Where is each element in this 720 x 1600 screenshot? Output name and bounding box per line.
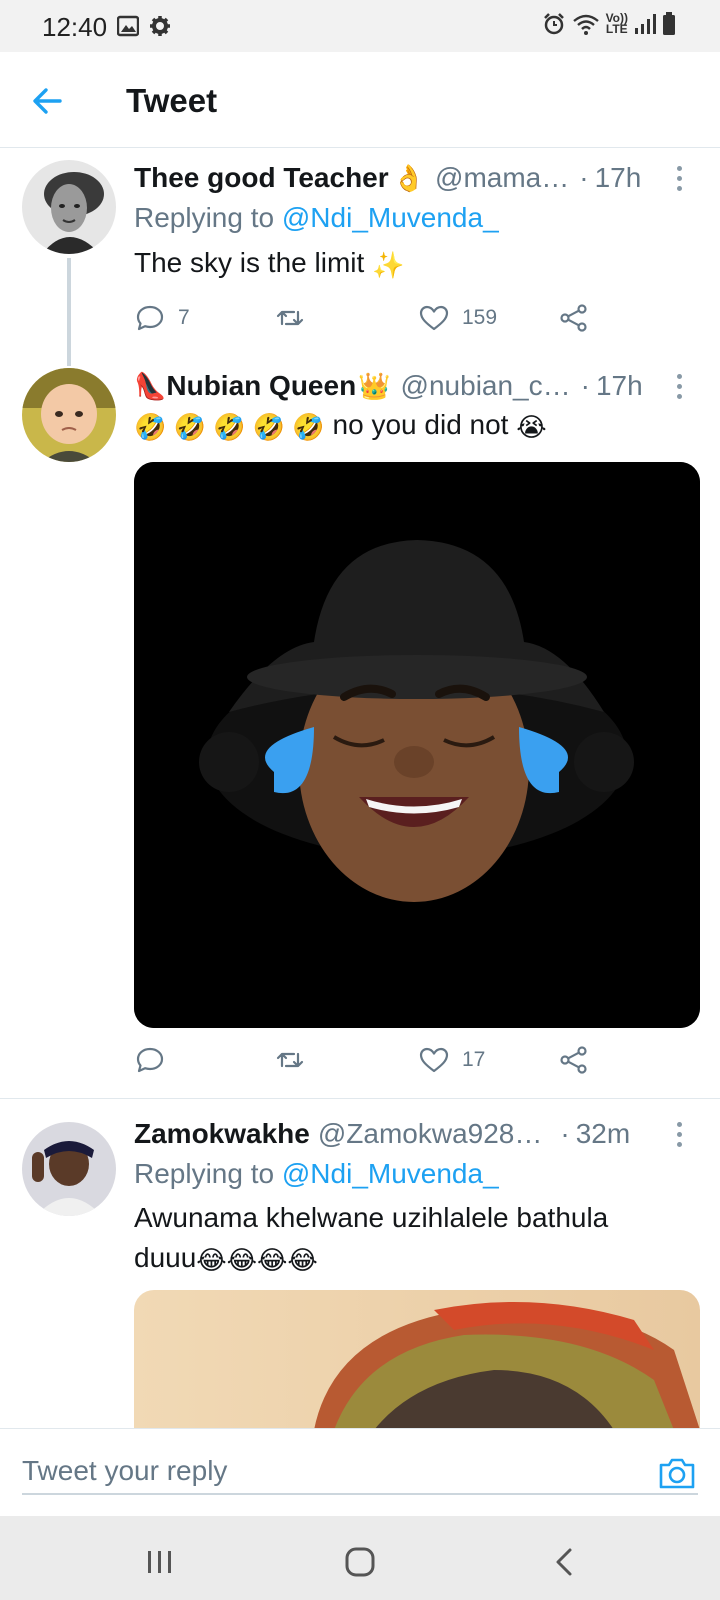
- camera-icon[interactable]: [658, 1455, 696, 1491]
- tweet-text-content: no you did not: [332, 409, 509, 440]
- separator-dot: ·: [560, 1118, 570, 1149]
- like-count: 159: [462, 306, 498, 329]
- lte-label: LTE: [605, 22, 628, 36]
- wifi-icon: [572, 14, 599, 35]
- tweet-header: Thee good Teacher 👌 @mama… · 17h: [134, 162, 641, 194]
- status-bar: 12:40 Vo)) LTE: [0, 0, 720, 52]
- like-button[interactable]: 159: [418, 302, 497, 334]
- reply-button[interactable]: [134, 1044, 178, 1076]
- more-options-icon[interactable]: [676, 166, 684, 196]
- tweet-text: The sky is the limit ✨: [134, 243, 694, 283]
- tweet-text-content: duuu: [134, 1242, 197, 1273]
- display-name[interactable]: Thee good Teacher: [134, 162, 389, 194]
- gear-icon: [150, 16, 170, 36]
- network-type-indicator: Vo)) LTE: [605, 12, 628, 36]
- more-options-icon[interactable]: [676, 1122, 684, 1152]
- share-button[interactable]: [558, 1044, 590, 1076]
- tweet-image[interactable]: [134, 1290, 700, 1430]
- crown-emoji: 👑: [358, 371, 391, 401]
- back-icon[interactable]: [545, 1542, 585, 1582]
- sparkles-emoji: ✨: [372, 249, 405, 280]
- tweet-divider: [0, 1098, 720, 1099]
- more-options-icon[interactable]: [676, 374, 684, 404]
- retweet-icon: [276, 1052, 304, 1068]
- tweet-header: 👠 Nubian Queen 👑 @nubian_c… · 17h: [134, 370, 643, 402]
- tweet-actions: 17: [134, 1044, 614, 1084]
- separator-dot: ·: [580, 370, 590, 401]
- avatar[interactable]: [22, 1122, 116, 1216]
- home-icon[interactable]: [340, 1542, 380, 1582]
- recent-apps-icon[interactable]: [140, 1542, 180, 1582]
- ok-hand-emoji: 👌: [392, 163, 426, 193]
- top-app-bar: Tweet: [0, 52, 720, 148]
- reply-icon: [136, 305, 164, 331]
- separator-dot: ·: [579, 162, 589, 193]
- replying-to: Replying to @Ndi_Muvenda_: [134, 1158, 499, 1190]
- replying-to: Replying to @Ndi_Muvenda_: [134, 202, 499, 234]
- share-button[interactable]: [558, 302, 590, 334]
- reply-input[interactable]: [22, 1449, 698, 1495]
- joy-emojis: 😂😂😂😂: [196, 1244, 318, 1275]
- display-name[interactable]: Nubian Queen: [166, 370, 356, 402]
- username[interactable]: @mama…: [435, 162, 569, 194]
- heart-icon: [419, 305, 449, 331]
- avatar[interactable]: [22, 368, 116, 462]
- replying-prefix: Replying to: [134, 202, 275, 233]
- page-title: Tweet: [126, 82, 218, 119]
- reply-count: 7: [178, 306, 190, 329]
- alarm-icon: [543, 13, 564, 35]
- username[interactable]: @Zamokwa928…: [318, 1118, 543, 1150]
- high-heel-emoji: 👠: [134, 371, 167, 401]
- reply-icon: [136, 1047, 164, 1073]
- battery-icon: [663, 12, 675, 35]
- username[interactable]: @nubian_c…: [401, 370, 571, 402]
- display-name[interactable]: Zamokwakhe: [134, 1118, 310, 1150]
- like-button[interactable]: 17: [418, 1044, 485, 1076]
- gallery-icon: [117, 15, 139, 37]
- signal-icon: [635, 14, 656, 34]
- tweet-header: Zamokwakhe @Zamokwa928… · 32m: [134, 1118, 630, 1150]
- timestamp[interactable]: 32m: [576, 1118, 630, 1150]
- retweet-button[interactable]: [274, 302, 318, 334]
- like-count: 17: [462, 1048, 486, 1071]
- mention-link[interactable]: @Ndi_Muvenda_: [282, 202, 499, 233]
- crying-emoji: 😭: [516, 411, 547, 442]
- arrow-left-icon[interactable]: [30, 84, 64, 118]
- tweet-actions: 7 159: [134, 302, 614, 342]
- tweet-text-content: The sky is the limit: [134, 247, 365, 278]
- retweet-icon: [276, 310, 304, 326]
- avatar[interactable]: [22, 160, 116, 254]
- timestamp[interactable]: 17h: [595, 162, 642, 194]
- reply-button[interactable]: 7: [134, 302, 190, 334]
- share-icon: [560, 304, 587, 332]
- timestamp[interactable]: 17h: [596, 370, 643, 402]
- system-nav-bar: [0, 1516, 720, 1600]
- retweet-button[interactable]: [274, 1044, 318, 1076]
- tweet-text: 🤣 🤣 🤣 🤣 🤣 no you did not 😭: [134, 405, 694, 445]
- thread-connector: [67, 258, 71, 366]
- mention-link[interactable]: @Ndi_Muvenda_: [282, 1158, 499, 1189]
- share-icon: [560, 1046, 587, 1074]
- replying-prefix: Replying to: [134, 1158, 275, 1189]
- status-time: 12:40: [42, 12, 108, 42]
- tweet-text-line1: Awunama khelwane uzihlalele bathula: [134, 1202, 609, 1233]
- tweet-image[interactable]: [134, 462, 700, 1028]
- reply-composer: [0, 1428, 720, 1516]
- tweet-text: Awunama khelwane uzihlalele bathula duuu…: [134, 1198, 694, 1278]
- heart-icon: [419, 1047, 449, 1073]
- tweet-text-line2: duuu😂😂😂😂: [134, 1238, 694, 1278]
- rofl-emojis: 🤣 🤣 🤣 🤣 🤣: [134, 411, 325, 442]
